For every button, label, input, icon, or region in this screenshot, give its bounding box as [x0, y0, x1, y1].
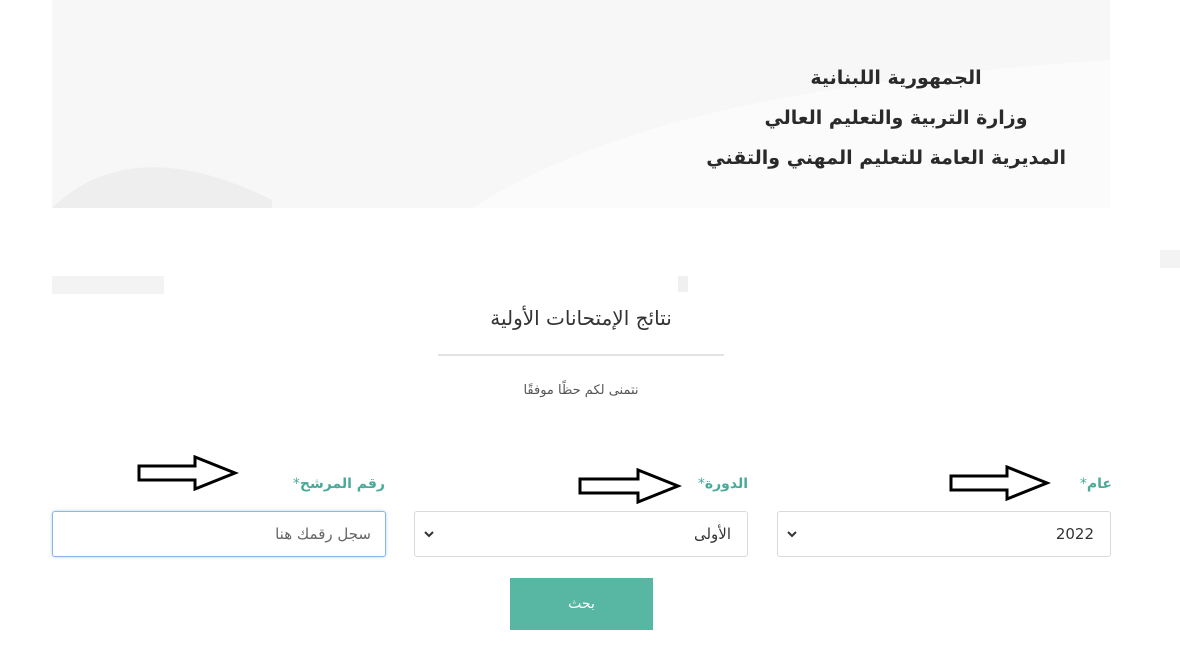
republic-name: الجمهورية اللبنانية [810, 67, 982, 89]
chevron-down-icon [787, 531, 797, 538]
year-select[interactable]: 2022 [777, 511, 1111, 557]
year-selected-value: 2022 [1055, 525, 1094, 543]
search-button[interactable]: بحث [510, 578, 653, 630]
page-title: نتائج الإمتحانات الأولية [490, 306, 672, 330]
right-arrow-icon [949, 465, 1051, 501]
year-label: عام* [1080, 476, 1112, 492]
required-mark: * [292, 476, 300, 492]
page: الجمهورية اللبنانية وزارة التربية والتعل… [0, 0, 1180, 672]
required-mark: * [697, 476, 705, 492]
session-select[interactable]: الأولى [414, 511, 748, 557]
candidate-number-label: رقم المرشح* [293, 476, 385, 492]
header-titles: الجمهورية اللبنانية وزارة التربية والتعل… [706, 58, 1066, 178]
title-divider [438, 354, 724, 356]
decorative-bar [1160, 250, 1180, 268]
session-selected-value: الأولى [693, 525, 731, 543]
right-arrow-icon [137, 455, 239, 491]
session-label: الدورة* [698, 476, 748, 492]
candidate-number-label-text: رقم المرشح [299, 476, 385, 492]
year-label-text: عام [1086, 476, 1112, 492]
required-mark: * [1079, 476, 1087, 492]
session-label-text: الدورة [704, 476, 748, 492]
directorate-name: المديرية العامة للتعليم المهني والتقني [706, 147, 1066, 169]
page-subtitle: نتمنى لكم حظًا موفقًا [523, 383, 639, 398]
ministry-name: وزارة التربية والتعليم العالي [764, 107, 1028, 129]
right-arrow-icon [578, 468, 682, 504]
decorative-bar [52, 276, 164, 294]
candidate-number-input[interactable] [52, 511, 386, 557]
chevron-down-icon [424, 531, 434, 538]
decorative-mark [678, 276, 688, 292]
